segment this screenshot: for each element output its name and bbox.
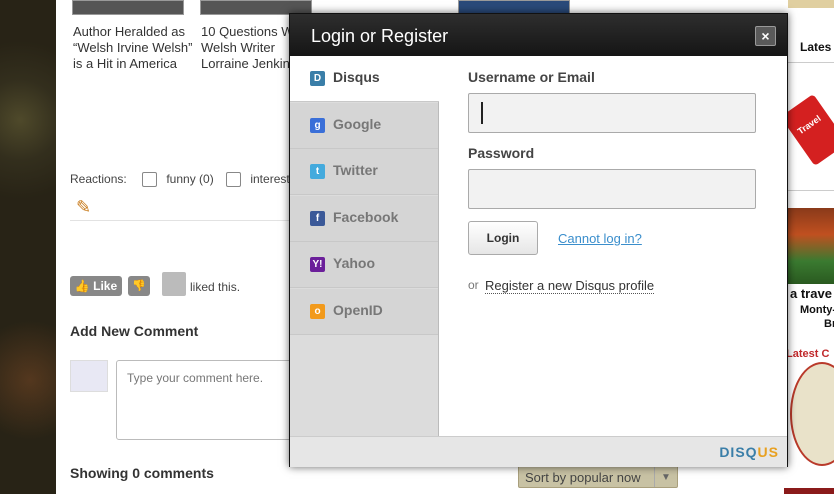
divider (70, 220, 300, 221)
related-article-link[interactable]: Author Heralded as “Welsh Irvine Welsh” … (73, 24, 193, 72)
yahoo-icon: Y! (310, 257, 325, 272)
right-sidebar: Lates Travel a trave Monty- Br Latest C (784, 0, 834, 494)
like-label: Like (93, 279, 118, 293)
tab-google[interactable]: g Google (290, 102, 438, 149)
login-button[interactable]: Login (468, 221, 538, 255)
sort-select[interactable]: Sort by popular now ▼ (518, 465, 678, 488)
sidebar-ad[interactable]: Travel (784, 78, 834, 188)
tab-label: Yahoo (333, 255, 376, 271)
reaction-label: interest (250, 172, 290, 186)
sidebar-heading: Latest C (786, 348, 830, 360)
user-avatar (70, 360, 108, 392)
tab-yahoo[interactable]: Y! Yahoo (290, 242, 438, 288)
openid-icon: o (310, 303, 325, 319)
modal-header: Login or Register × (290, 14, 787, 56)
ad-text: Br (824, 318, 834, 330)
divider (784, 62, 834, 63)
article-thumbnail[interactable] (72, 0, 184, 15)
reaction-interesting[interactable]: interest (226, 172, 290, 188)
password-input[interactable] (468, 169, 756, 209)
like-button[interactable]: 👍 Like (70, 276, 122, 296)
thumbs-down-icon: 👎 (132, 280, 146, 292)
disqus-logo[interactable]: DISQUS (719, 444, 779, 460)
register-link[interactable]: Register a new Disqus profile (485, 278, 655, 294)
disqus-icon: D (310, 71, 325, 86)
related-article-link[interactable]: 10 Questions W Welsh Writer Lorraine Jen… (201, 24, 301, 72)
logo-text: DISQ (719, 444, 758, 460)
comment-count: Showing 0 comments (70, 465, 214, 481)
reaction-label: funny (0) (166, 172, 214, 186)
sidebar-ad[interactable]: a trave Monty- Br (788, 208, 834, 330)
username-label: Username or Email (468, 69, 595, 85)
google-icon: g (310, 117, 325, 133)
sort-label: Sort by popular now (525, 470, 641, 485)
travel-tag-image: Travel (784, 93, 834, 167)
sidebar-heading: Lates (800, 40, 832, 54)
sidebar-badge-image[interactable] (790, 362, 834, 466)
add-comment-heading: Add New Comment (70, 323, 199, 339)
forgot-login-link[interactable]: Cannot log in? (558, 231, 642, 246)
logo-text: US (757, 444, 779, 460)
close-button[interactable]: × (755, 26, 776, 46)
comment-input[interactable]: Type your comment here. (116, 360, 294, 440)
or-text: or (468, 278, 479, 292)
pencil-icon[interactable]: ✎ (76, 197, 91, 218)
reaction-checkbox[interactable] (142, 172, 157, 188)
tab-twitter[interactable]: t Twitter (290, 149, 438, 195)
ad-text: a trave (790, 286, 832, 301)
text-cursor (481, 102, 483, 124)
modal-footer: DISQUS (290, 436, 787, 467)
liked-text: liked this. (190, 280, 241, 294)
password-label: Password (468, 145, 535, 161)
tab-label: Twitter (333, 162, 378, 178)
twitter-icon: t (310, 164, 325, 179)
close-icon: × (761, 28, 770, 44)
tag-text: Travel (795, 113, 823, 137)
tab-openid[interactable]: o OpenID (290, 288, 438, 335)
avatar[interactable] (162, 272, 186, 296)
reactions-label: Reactions: (70, 172, 127, 186)
reaction-funny[interactable]: funny (0) (142, 172, 214, 188)
login-modal: Login or Register × D Disqus g Google t Twitt… (289, 13, 788, 467)
modal-title: Login or Register (311, 26, 449, 46)
tab-label: Disqus (333, 69, 380, 85)
ad-image (788, 208, 834, 284)
login-provider-tabs: D Disqus g Google t Twitter f Facebook Y! Yahoo o O… (290, 56, 439, 436)
sidebar-bar (784, 488, 834, 494)
tab-facebook[interactable]: f Facebook (290, 195, 438, 242)
chevron-down-icon: ▼ (654, 466, 677, 487)
tab-disqus[interactable]: D Disqus (290, 56, 439, 102)
username-input[interactable] (468, 93, 756, 133)
tab-label: OpenID (333, 301, 383, 318)
dark-background (0, 0, 56, 494)
divider (784, 190, 834, 191)
reaction-checkbox[interactable] (226, 172, 241, 188)
facebook-icon: f (310, 210, 325, 226)
sidebar-banner[interactable] (788, 0, 834, 8)
ad-text: Monty- (800, 304, 834, 316)
tab-label: Google (333, 115, 382, 132)
tab-label: Facebook (333, 208, 399, 225)
dislike-button[interactable]: 👎 (128, 276, 150, 296)
thumbs-up-icon: 👍 (74, 279, 90, 293)
